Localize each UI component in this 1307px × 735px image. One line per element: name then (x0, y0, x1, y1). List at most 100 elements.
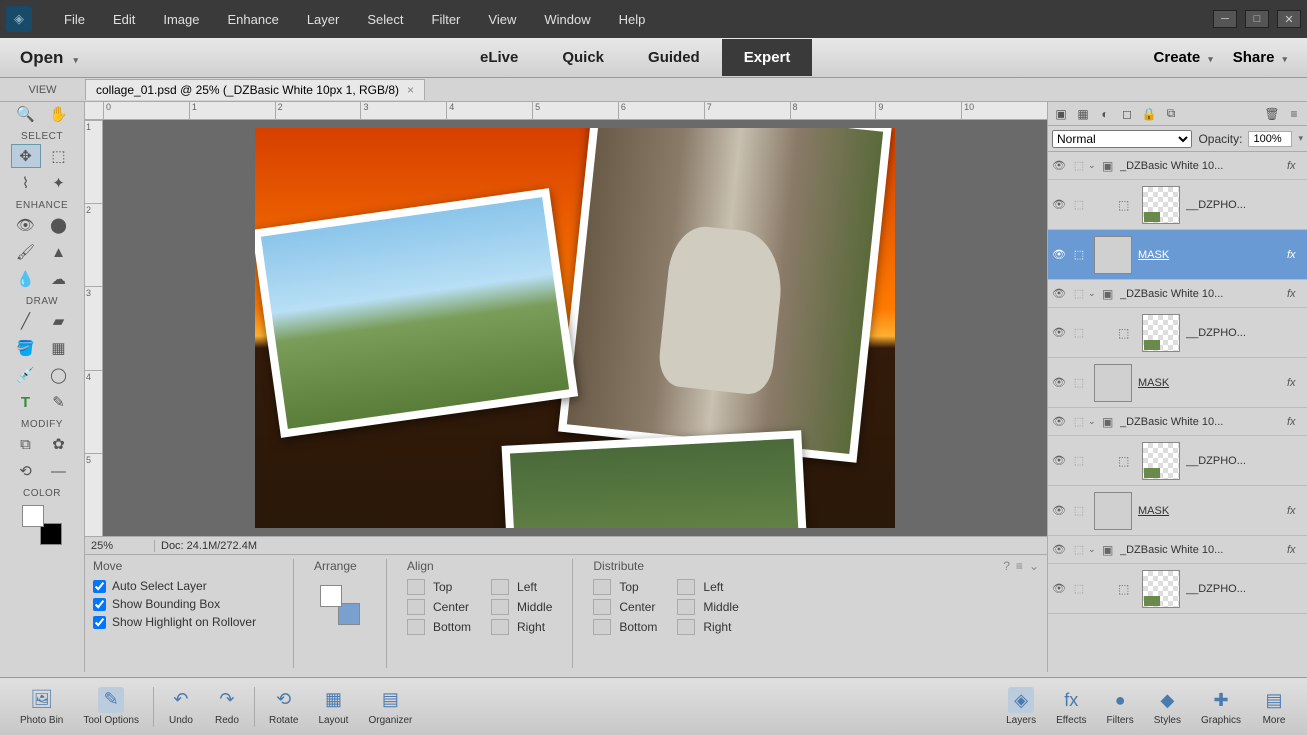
lock-indicator[interactable]: ⬚ (1070, 198, 1088, 211)
paintbrush-tool[interactable]: ╱ (11, 309, 41, 333)
dist-right[interactable]: Right (677, 619, 738, 635)
bottombar-filters[interactable]: ●Filters (1097, 687, 1144, 726)
align-center[interactable]: Center (407, 599, 471, 615)
mode-tab-expert[interactable]: Expert (722, 39, 813, 76)
visibility-icon[interactable]: 👁 (1048, 454, 1070, 467)
layer-row[interactable]: 👁⬚MASKfx (1048, 358, 1307, 408)
mode-tab-elive[interactable]: eLive (458, 39, 540, 76)
layer-row[interactable]: 👁⬚⌄▣_DZBasic White 10...fx (1048, 152, 1307, 180)
layer-name[interactable]: _DZBasic White 10... (1120, 416, 1287, 428)
eraser-tool[interactable]: ▰ (44, 309, 74, 333)
expand-icon[interactable]: ⌄ (1088, 416, 1102, 427)
bottombar-styles[interactable]: ◆Styles (1144, 687, 1191, 726)
mask-icon[interactable]: ◻ (1118, 105, 1136, 123)
menu-select[interactable]: Select (353, 12, 417, 27)
layer-row[interactable]: 👁⬚⌄▣_DZBasic White 10...fx (1048, 536, 1307, 564)
visibility-icon[interactable]: 👁 (1048, 326, 1070, 339)
lock-indicator[interactable]: ⬚ (1070, 543, 1088, 556)
magic-wand-tool[interactable]: ✦ (44, 171, 74, 195)
arrange-swatch[interactable] (320, 585, 360, 625)
layer-row[interactable]: 👁⬚⬚__DZPHO... (1048, 564, 1307, 614)
mode-tab-quick[interactable]: Quick (540, 39, 626, 76)
align-left[interactable]: Left (491, 579, 552, 595)
layer-thumbnail[interactable] (1142, 314, 1180, 352)
fill-tool[interactable]: 🪣 (11, 336, 41, 360)
link-icon[interactable]: ⧉ (1162, 105, 1180, 123)
bottombar-more[interactable]: ▤More (1251, 687, 1297, 726)
layer-name[interactable]: _DZBasic White 10... (1120, 288, 1287, 300)
lock-indicator[interactable]: ⬚ (1070, 287, 1088, 300)
blend-mode-select[interactable]: Normal (1052, 130, 1192, 148)
layer-name[interactable]: _DZBasic White 10... (1120, 544, 1287, 556)
menu-enhance[interactable]: Enhance (214, 12, 293, 27)
clone-tool[interactable]: ▲ (44, 240, 74, 264)
bottombar-photo-bin[interactable]: 🖼Photo Bin (10, 687, 73, 727)
gradient-tool[interactable]: ▦ (44, 336, 74, 360)
visibility-icon[interactable]: 👁 (1048, 504, 1070, 517)
layer-thumbnail[interactable] (1142, 186, 1180, 224)
bottombar-tool-options[interactable]: ✎Tool Options (73, 687, 149, 727)
expand-icon[interactable]: ⌄ (1088, 544, 1102, 555)
align-bottom[interactable]: Bottom (407, 619, 471, 635)
fx-indicator[interactable]: fx (1287, 249, 1307, 261)
open-button[interactable]: Open (0, 48, 98, 68)
share-button[interactable]: Share (1233, 49, 1287, 66)
layer-row[interactable]: 👁⬚MASKfx (1048, 486, 1307, 536)
expand-icon[interactable]: ⌄ (1088, 160, 1102, 171)
minimize-button[interactable]: ─ (1213, 10, 1237, 28)
close-button[interactable]: ✕ (1277, 10, 1301, 28)
collapse-icon[interactable]: ⌄ (1029, 559, 1039, 573)
fx-indicator[interactable]: fx (1287, 160, 1307, 172)
text-tool[interactable]: T (11, 390, 41, 414)
bottombar-rotate[interactable]: ⟲Rotate (259, 687, 308, 727)
new-layer-icon[interactable]: ▣ (1052, 105, 1070, 123)
menu-window[interactable]: Window (530, 12, 604, 27)
eyedropper-tool[interactable]: 💉 (11, 363, 41, 387)
layer-row[interactable]: 👁⬚⌄▣_DZBasic White 10...fx (1048, 280, 1307, 308)
lock-indicator[interactable]: ⬚ (1070, 582, 1088, 595)
layer-name[interactable]: _DZBasic White 10... (1120, 160, 1287, 172)
menu-image[interactable]: Image (149, 12, 213, 27)
recompose-tool[interactable]: ✿ (44, 432, 74, 456)
brush-tool[interactable]: 🖌 (11, 240, 41, 264)
bottombar-layers[interactable]: ◈Layers (996, 687, 1046, 726)
dist-top[interactable]: Top (593, 579, 657, 595)
layer-name[interactable]: MASK (1138, 377, 1287, 389)
color-swatch[interactable] (22, 505, 62, 545)
lock-indicator[interactable]: ⬚ (1070, 248, 1088, 261)
align-middle[interactable]: Middle (491, 599, 552, 615)
bottombar-effects[interactable]: fxEffects (1046, 687, 1096, 726)
expand-icon[interactable]: ⌄ (1088, 288, 1102, 299)
create-button[interactable]: Create (1154, 49, 1213, 66)
blur-tool[interactable]: 💧 (11, 267, 41, 291)
foreground-color[interactable] (22, 505, 44, 527)
lock-indicator[interactable]: ⬚ (1070, 326, 1088, 339)
lock-indicator[interactable]: ⬚ (1070, 376, 1088, 389)
document-tab[interactable]: collage_01.psd @ 25% (_DZBasic White 10p… (85, 79, 425, 100)
align-top[interactable]: Top (407, 579, 471, 595)
dist-left[interactable]: Left (677, 579, 738, 595)
layer-row[interactable]: 👁⬚⌄▣_DZBasic White 10...fx (1048, 408, 1307, 436)
visibility-icon[interactable]: 👁 (1048, 543, 1070, 556)
bottombar-redo[interactable]: ↷Redo (204, 687, 250, 727)
pencil-tool[interactable]: ✎ (44, 390, 74, 414)
layer-row[interactable]: 👁⬚⬚__DZPHO... (1048, 436, 1307, 486)
dist-center[interactable]: Center (593, 599, 657, 615)
new-group-icon[interactable]: ▦ (1074, 105, 1092, 123)
auto-select-checkbox[interactable]: Auto Select Layer (93, 579, 273, 593)
menu-filter[interactable]: Filter (418, 12, 475, 27)
layer-thumbnail[interactable] (1142, 570, 1180, 608)
layer-thumbnail[interactable] (1094, 492, 1132, 530)
menu-view[interactable]: View (474, 12, 530, 27)
adjust-icon[interactable]: ◐ (1096, 105, 1114, 123)
visibility-icon[interactable]: 👁 (1048, 287, 1070, 300)
layer-row[interactable]: 👁⬚⬚__DZPHO... (1048, 180, 1307, 230)
align-right[interactable]: Right (491, 619, 552, 635)
menu-edit[interactable]: Edit (99, 12, 149, 27)
fx-indicator[interactable]: fx (1287, 377, 1307, 389)
highlight-checkbox[interactable]: Show Highlight on Rollover (93, 615, 273, 629)
layer-name[interactable]: __DZPHO... (1186, 199, 1307, 211)
menu-file[interactable]: File (50, 12, 99, 27)
bottombar-undo[interactable]: ↶Undo (158, 687, 204, 727)
opacity-dropdown-icon[interactable]: ▾ (1298, 133, 1303, 144)
